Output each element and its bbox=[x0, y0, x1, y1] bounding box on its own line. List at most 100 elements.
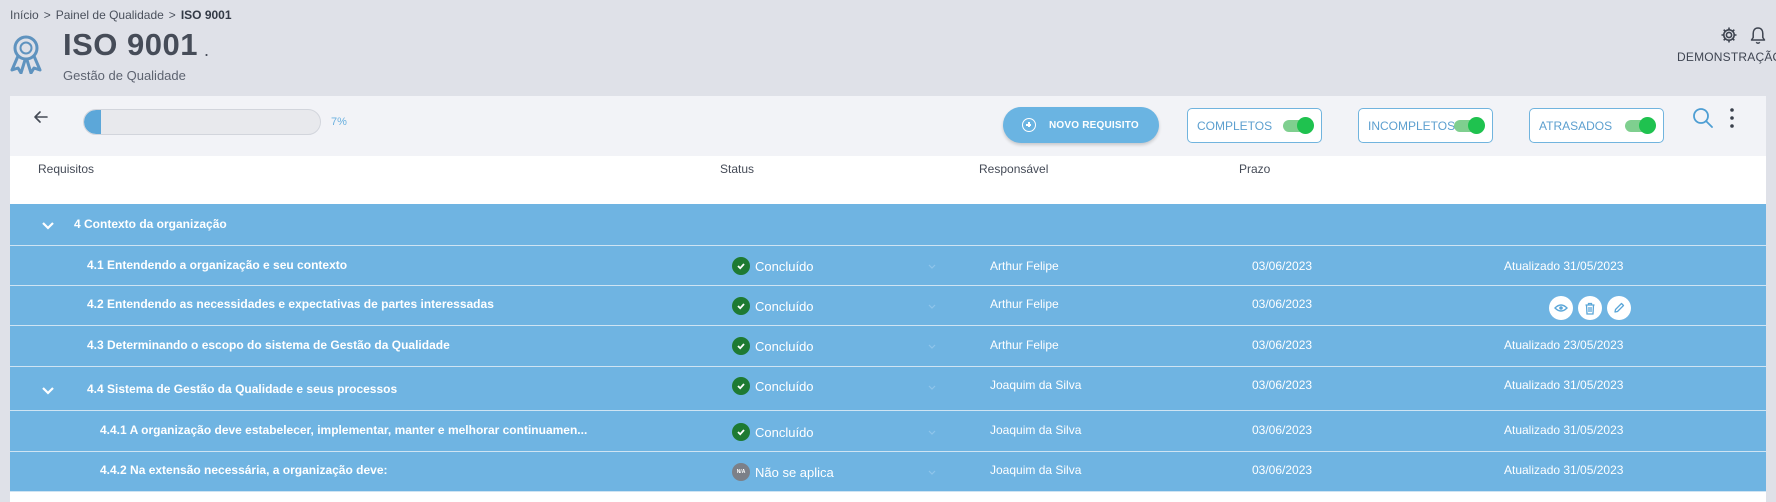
deadline-date: 03/06/2023 bbox=[1252, 259, 1313, 273]
chevron-down-icon[interactable] bbox=[41, 386, 55, 396]
filter-atrasados[interactable]: ATRASADOS bbox=[1529, 108, 1664, 143]
page-title: ISO 9001 bbox=[63, 27, 198, 62]
breadcrumb: Início > Painel de Qualidade > ISO 9001 bbox=[10, 8, 232, 22]
requirement-title: 4.2 Entendendo as necessidades e expecta… bbox=[87, 297, 494, 311]
award-ribbon-icon bbox=[10, 35, 42, 74]
breadcrumb-separator: > bbox=[43, 8, 51, 22]
check-circle-icon bbox=[732, 297, 750, 315]
breadcrumb-current: ISO 9001 bbox=[180, 8, 232, 22]
chevron-down-icon[interactable] bbox=[927, 469, 937, 477]
table-row[interactable]: 4.4.1 A organização deve estabelecer, im… bbox=[10, 411, 1766, 452]
owner-name: Joaquim da Silva bbox=[990, 378, 1082, 392]
updated-date: Atualizado 31/05/2023 bbox=[1504, 259, 1624, 273]
breadcrumb-dashboard[interactable]: Painel de Qualidade bbox=[56, 8, 164, 22]
filter-label: INCOMPLETOS bbox=[1368, 118, 1456, 133]
chevron-down-icon[interactable] bbox=[927, 429, 937, 437]
new-requirement-label: NOVO REQUISITO bbox=[1049, 119, 1139, 131]
chevron-down-icon[interactable] bbox=[41, 221, 55, 231]
column-header-requirements[interactable]: Requisitos bbox=[38, 162, 94, 176]
status-label: Não se aplica bbox=[755, 464, 834, 480]
table-row[interactable]: 4.4 Sistema de Gestão da Qualidade e seu… bbox=[10, 367, 1766, 411]
deadline-date: 03/06/2023 bbox=[1252, 423, 1313, 437]
status-select[interactable]: Concluído bbox=[732, 337, 814, 355]
updated-date: Atualizado 31/05/2023 bbox=[1504, 378, 1624, 392]
arrow-left-icon[interactable] bbox=[30, 106, 52, 128]
deadline-date: 03/06/2023 bbox=[1252, 463, 1313, 477]
toolbar: 7% NOVO REQUISITO COMPLETOS INCOMPLETOS … bbox=[10, 96, 1766, 156]
filter-label: COMPLETOS bbox=[1197, 118, 1273, 133]
not-applicable-icon: N/A bbox=[732, 463, 750, 481]
progress-bar bbox=[83, 109, 321, 135]
breadcrumb-separator: > bbox=[168, 8, 176, 22]
chevron-down-icon[interactable] bbox=[927, 384, 937, 392]
status-label: Concluído bbox=[755, 338, 814, 354]
user-name[interactable]: DEMONSTRAÇÃO bbox=[1677, 50, 1776, 64]
check-circle-icon bbox=[732, 337, 750, 355]
row-actions bbox=[1549, 296, 1631, 320]
bell-icon[interactable] bbox=[1749, 26, 1767, 45]
status-select[interactable]: Concluído bbox=[732, 257, 814, 275]
new-requirement-button[interactable]: NOVO REQUISITO bbox=[1003, 107, 1159, 143]
progress-label: 7% bbox=[331, 116, 347, 128]
status-label: Concluído bbox=[755, 298, 814, 314]
check-circle-icon bbox=[732, 423, 750, 441]
delete-button[interactable] bbox=[1578, 296, 1602, 320]
deadline-date: 03/06/2023 bbox=[1252, 378, 1313, 392]
owner-name: Arthur Felipe bbox=[990, 338, 1059, 352]
toggle-switch[interactable] bbox=[1454, 117, 1485, 134]
table-row[interactable]: 4.1 Entendendo a organização e seu conte… bbox=[10, 246, 1766, 286]
owner-name: Arthur Felipe bbox=[990, 297, 1059, 311]
status-select[interactable]: Concluído bbox=[732, 297, 814, 315]
table-row[interactable]: 4.4.2 Na extensão necessária, a organiza… bbox=[10, 452, 1766, 492]
chevron-down-icon[interactable] bbox=[927, 263, 937, 271]
requirement-title: 4.3 Determinando o escopo do sistema de … bbox=[87, 338, 450, 352]
toggle-switch[interactable] bbox=[1625, 117, 1656, 134]
trash-icon bbox=[1585, 302, 1595, 315]
table-row[interactable]: 4.2 Entendendo as necessidades e expecta… bbox=[10, 286, 1766, 326]
requirement-title: 4.4 Sistema de Gestão da Qualidade e seu… bbox=[87, 382, 398, 396]
check-circle-icon bbox=[732, 257, 750, 275]
pencil-icon bbox=[1614, 302, 1625, 313]
page-subtitle: Gestão de Qualidade bbox=[63, 68, 186, 83]
gear-icon[interactable] bbox=[1720, 26, 1738, 44]
toggle-switch[interactable] bbox=[1283, 117, 1314, 134]
plus-circle-icon bbox=[1022, 118, 1036, 132]
requirement-title: 4.4.1 A organização deve estabelecer, im… bbox=[100, 423, 588, 437]
filter-completos[interactable]: COMPLETOS bbox=[1187, 108, 1322, 143]
eye-icon bbox=[1554, 304, 1568, 312]
filter-label: ATRASADOS bbox=[1539, 118, 1613, 133]
chevron-down-icon[interactable] bbox=[927, 343, 937, 351]
updated-date: Atualizado 23/05/2023 bbox=[1504, 338, 1624, 352]
breadcrumb-home[interactable]: Início bbox=[10, 8, 39, 22]
chevron-down-icon[interactable] bbox=[927, 303, 937, 311]
status-label: Concluído bbox=[755, 258, 814, 274]
filter-incompletos[interactable]: INCOMPLETOS bbox=[1358, 108, 1493, 143]
status-label: Concluído bbox=[755, 378, 814, 394]
kebab-menu-icon[interactable] bbox=[1727, 104, 1737, 132]
status-select[interactable]: Concluído bbox=[732, 423, 814, 441]
status-label: Concluído bbox=[755, 424, 814, 440]
owner-name: Arthur Felipe bbox=[990, 259, 1059, 273]
status-select[interactable]: Concluído bbox=[732, 377, 814, 395]
status-select[interactable]: N/A Não se aplica bbox=[732, 463, 834, 481]
deadline-date: 03/06/2023 bbox=[1252, 297, 1313, 311]
column-header-owner[interactable]: Responsável bbox=[979, 162, 1048, 176]
requirement-title: 4 Contexto da organização bbox=[74, 217, 227, 231]
column-header-deadline[interactable]: Prazo bbox=[1239, 162, 1270, 176]
edit-button[interactable] bbox=[1607, 296, 1631, 320]
deadline-date: 03/06/2023 bbox=[1252, 338, 1313, 352]
page-title-dot: . bbox=[204, 40, 210, 60]
updated-date: Atualizado 31/05/2023 bbox=[1504, 463, 1624, 477]
owner-name: Joaquim da Silva bbox=[990, 463, 1082, 477]
table-row[interactable]: 4.3 Determinando o escopo do sistema de … bbox=[10, 326, 1766, 367]
requirement-title: 4.1 Entendendo a organização e seu conte… bbox=[87, 258, 348, 272]
owner-name: Joaquim da Silva bbox=[990, 423, 1082, 437]
table-group-row[interactable]: 4 Contexto da organização bbox=[10, 204, 1766, 246]
progress-fill bbox=[84, 110, 101, 134]
check-circle-icon bbox=[732, 377, 750, 395]
column-header-status[interactable]: Status bbox=[720, 162, 754, 176]
view-button[interactable] bbox=[1549, 296, 1573, 320]
updated-date: Atualizado 31/05/2023 bbox=[1504, 423, 1624, 437]
search-icon[interactable] bbox=[1690, 104, 1716, 132]
requirement-title: 4.4.2 Na extensão necessária, a organiza… bbox=[100, 463, 388, 477]
